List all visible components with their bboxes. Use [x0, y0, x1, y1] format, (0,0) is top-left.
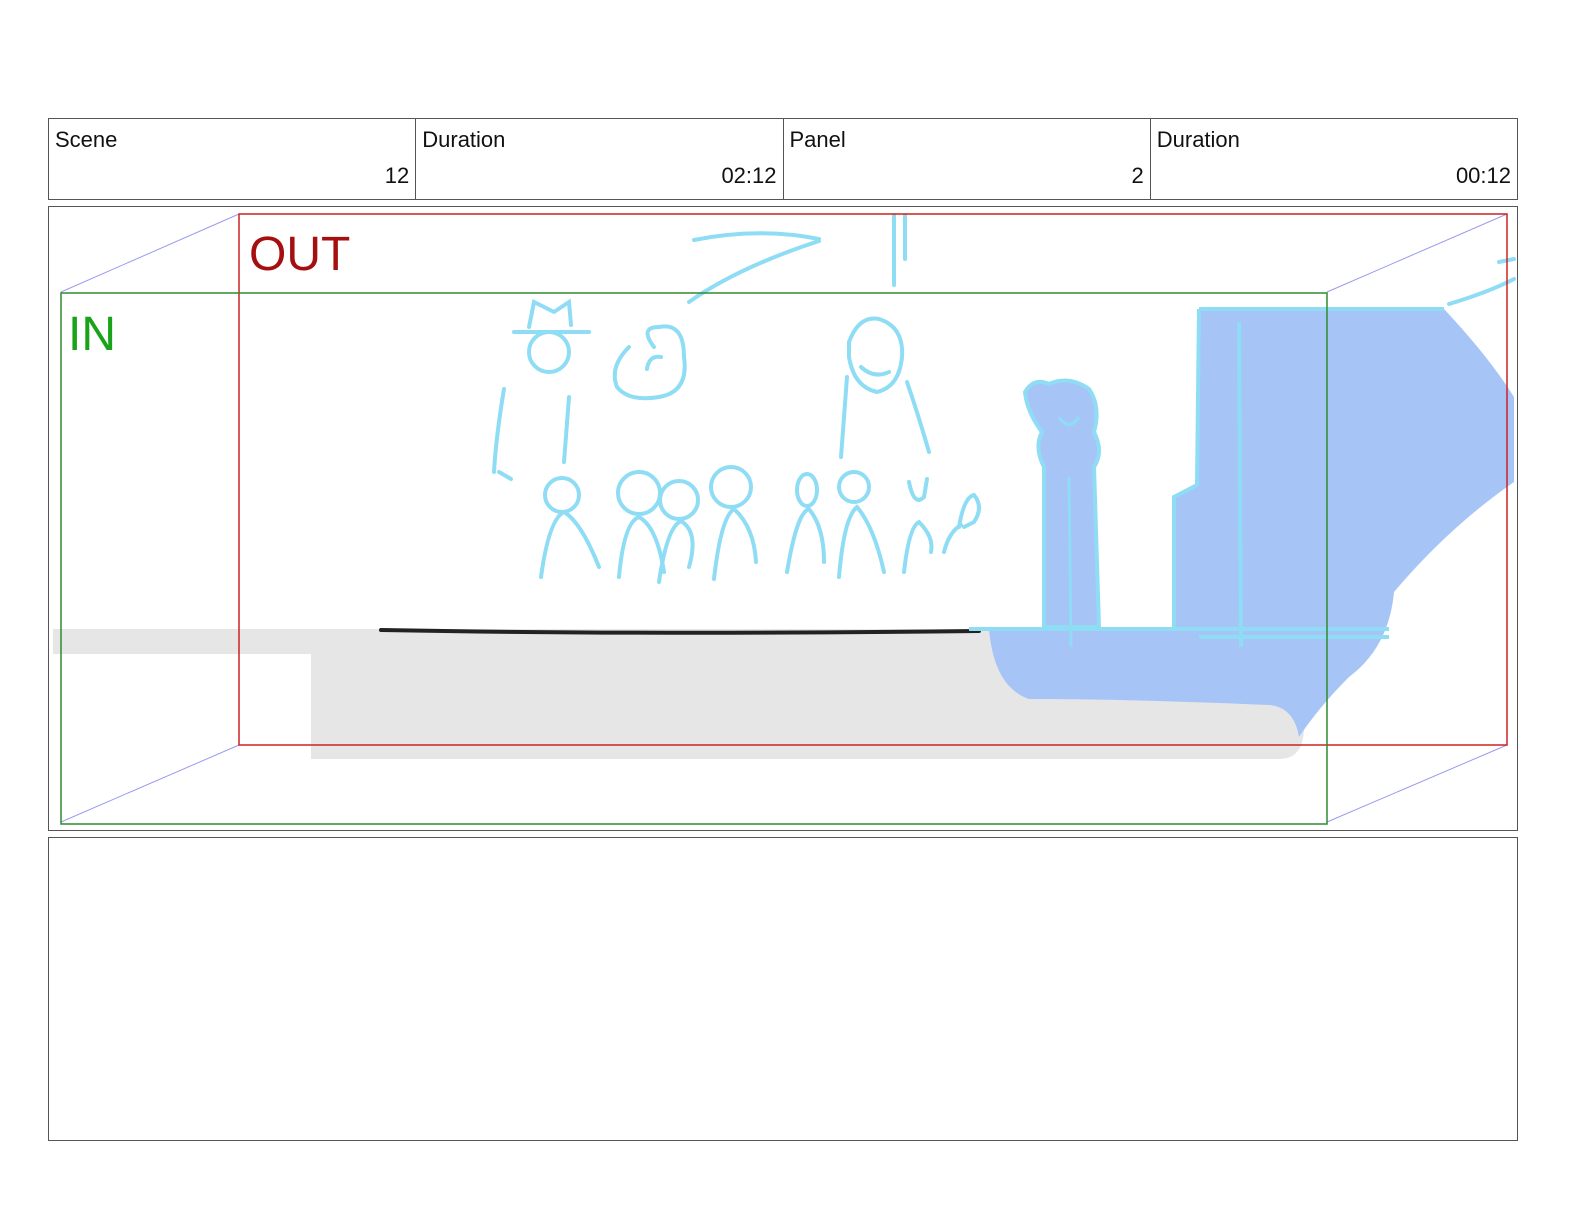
panel-cell: Panel 2 — [784, 119, 1151, 199]
panel-duration-cell: Duration 00:12 — [1151, 119, 1517, 199]
panel-info-bar: Scene 12 Duration 02:12 Panel 2 Duration… — [48, 118, 1518, 200]
scene-cell: Scene 12 — [49, 119, 417, 199]
in-frame-label: IN — [68, 308, 116, 361]
out-frame-label: OUT — [249, 228, 351, 281]
panel-duration-value[interactable]: 00:12 — [1456, 163, 1511, 189]
panel-duration-label: Duration — [1156, 127, 1240, 152]
storyboard-panel[interactable]: OUT IN — [48, 206, 1518, 831]
panel-label: Panel — [789, 127, 846, 152]
scene-duration-value[interactable]: 02:12 — [721, 163, 776, 189]
scene-value[interactable]: 12 — [385, 163, 409, 189]
scene-duration-cell: Duration 02:12 — [416, 119, 784, 199]
statue-figure — [1022, 378, 1102, 648]
notes-area[interactable] — [48, 837, 1518, 1141]
scene-label: Scene — [55, 127, 118, 152]
panel-artwork — [53, 213, 1516, 825]
scene-duration-label: Duration — [422, 127, 506, 152]
panel-value[interactable]: 2 — [1132, 163, 1144, 189]
